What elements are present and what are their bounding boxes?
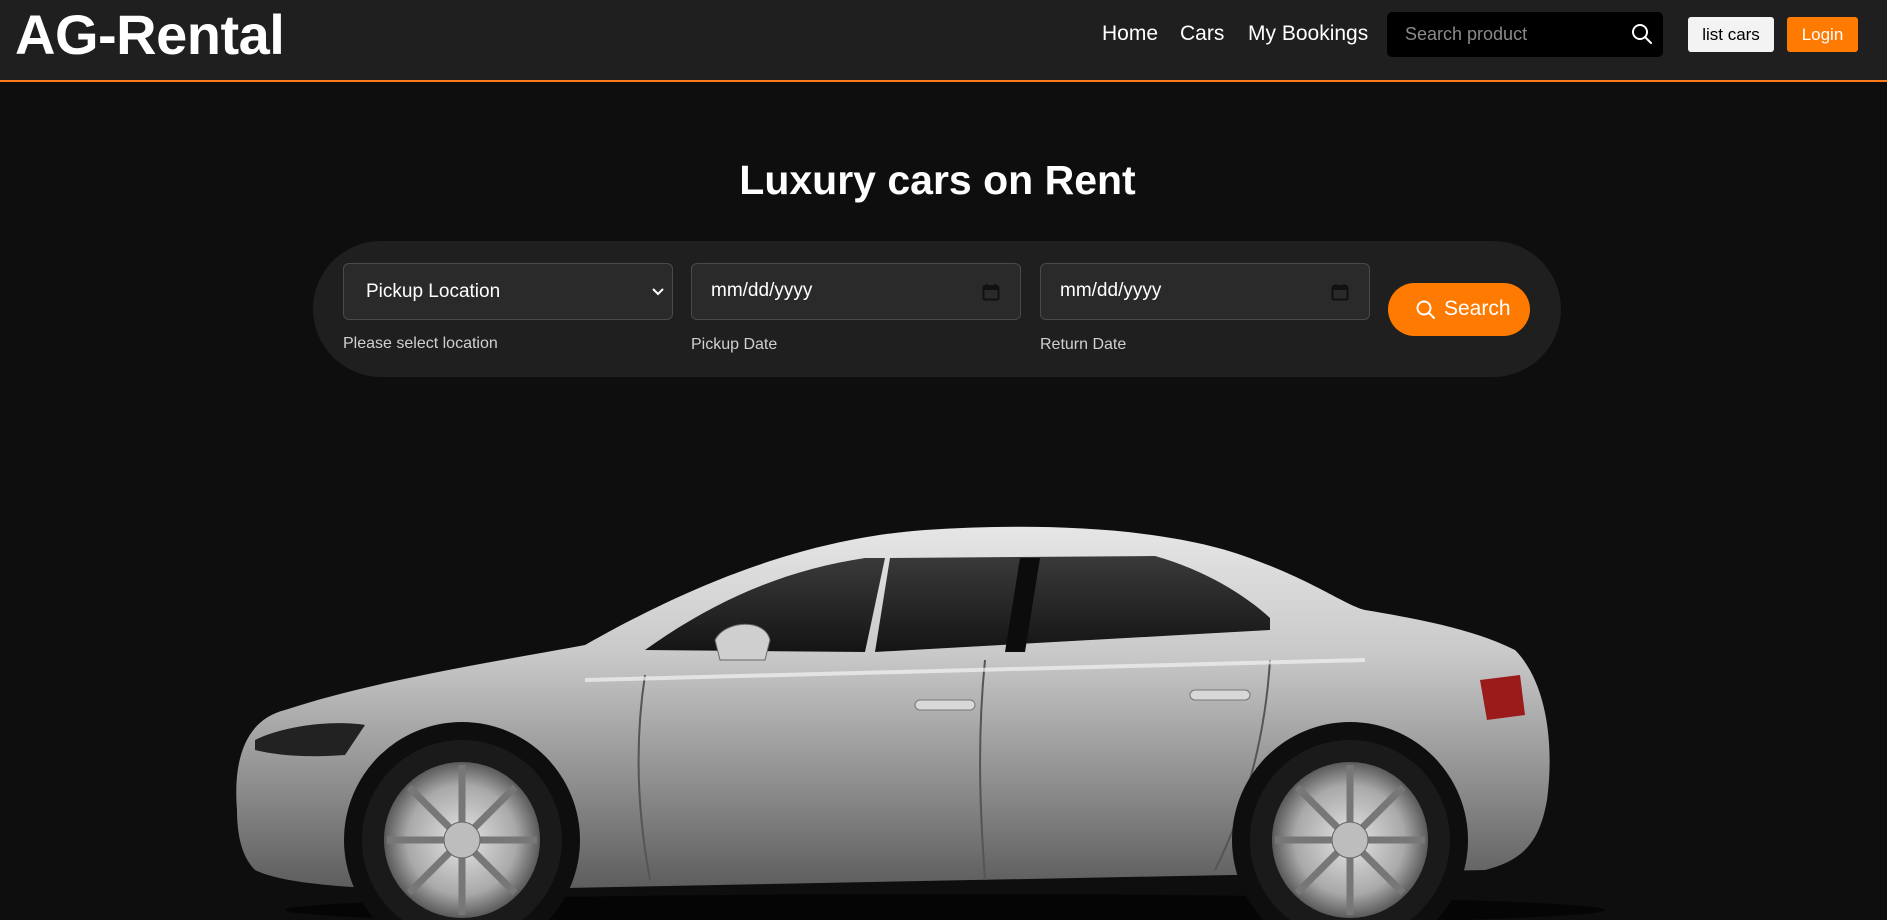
search-input[interactable] xyxy=(1387,12,1617,57)
calendar-icon[interactable] xyxy=(982,283,1000,301)
return-date-helper: Return Date xyxy=(1040,336,1127,353)
site-logo[interactable]: AG-Rental xyxy=(15,4,285,66)
pickup-date-field[interactable]: mm/dd/yyyy xyxy=(691,263,1021,320)
login-button[interactable]: Login xyxy=(1787,17,1858,52)
hero-title: Luxury cars on Rent xyxy=(739,157,1136,203)
list-cars-button[interactable]: list cars xyxy=(1688,17,1774,52)
nav-cars[interactable]: Cars xyxy=(1180,22,1224,46)
search-button[interactable]: Search xyxy=(1388,283,1530,336)
search-icon xyxy=(1416,300,1435,319)
pickup-date-helper: Pickup Date xyxy=(691,336,778,353)
product-search xyxy=(1387,12,1663,57)
pickup-date-value: mm/dd/yyyy xyxy=(711,280,813,301)
return-date-field[interactable]: mm/dd/yyyy xyxy=(1040,263,1370,320)
calendar-icon[interactable] xyxy=(1331,283,1349,301)
top-header: AG-Rental Home Cars My Bookings list car… xyxy=(0,0,1887,82)
car-image xyxy=(236,526,1605,920)
location-helper: Please select location xyxy=(343,335,498,352)
pickup-location-select[interactable]: Pickup Location xyxy=(343,263,673,320)
nav-my-bookings[interactable]: My Bookings xyxy=(1248,22,1368,46)
nav-home[interactable]: Home xyxy=(1102,22,1158,46)
search-button-label: Search xyxy=(1444,297,1511,320)
location-select[interactable]: Pickup Location xyxy=(344,264,672,319)
chevron-down-icon xyxy=(652,288,664,296)
return-date-value: mm/dd/yyyy xyxy=(1060,280,1162,301)
search-icon[interactable] xyxy=(1630,22,1654,46)
